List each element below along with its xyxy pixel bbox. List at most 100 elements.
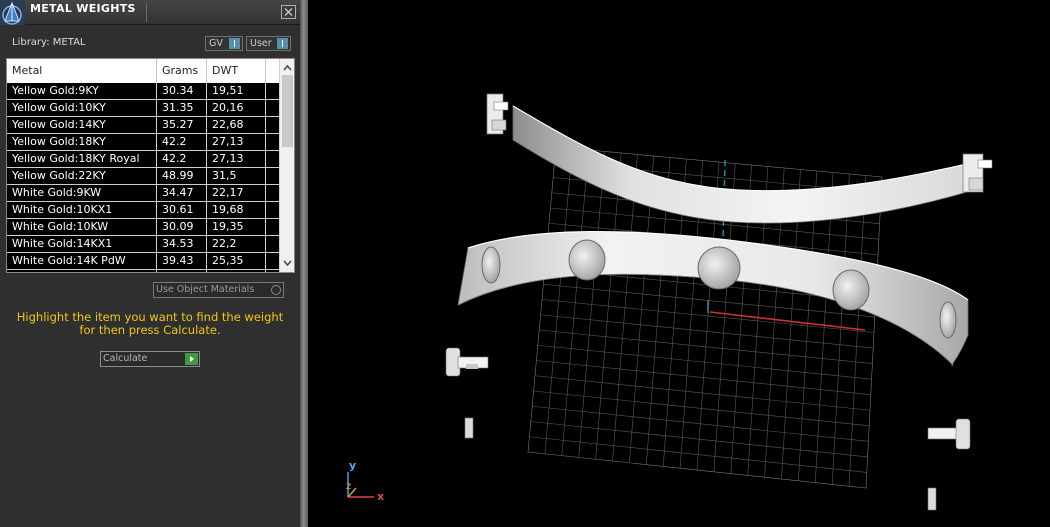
table-row[interactable]: White Gold:10KX1 30.61 19,68 [7, 202, 279, 219]
metal-cell: White Gold:14KX1 [7, 236, 157, 252]
stone-setting [568, 239, 606, 281]
metal-cell: Yellow Gold:14KY [7, 117, 157, 133]
grams-cell: 34.47 [157, 185, 207, 201]
calculate-label: Calculate [103, 353, 148, 364]
grams-cell: 30.34 [157, 83, 207, 99]
dwt-cell: 19,51 [207, 83, 266, 99]
column-header-dwt[interactable]: DWT [207, 59, 266, 83]
stone-setting [481, 246, 501, 284]
table-row[interactable]: Yellow Gold:18KY Royal 42.2 27,13 [7, 151, 279, 168]
title-separator [146, 3, 147, 22]
dwt-cell: 25,35 [207, 253, 266, 269]
axis-label-x: x [377, 490, 385, 503]
pin-right[interactable] [927, 487, 937, 511]
dwt-cell: 19,35 [207, 219, 266, 235]
left-clasp[interactable] [486, 93, 509, 135]
instruction-text: Highlight the item you want to find the … [16, 310, 284, 337]
scroll-up-icon[interactable] [280, 61, 294, 75]
table-row[interactable]: Yellow Gold:14KY 35.27 22,68 [7, 117, 279, 134]
panel-titlebar[interactable]: METAL WEIGHTS [0, 0, 300, 25]
table-row[interactable]: Yellow Gold:22KY 48.99 31,5 [7, 168, 279, 185]
column-header-metal[interactable]: Metal [7, 59, 157, 83]
table-row[interactable]: Yellow Gold:18KY 42.2 27,13 [7, 134, 279, 151]
axis-label-z: z [346, 481, 352, 492]
use-object-materials-label: Use Object Materials [156, 284, 255, 295]
user-toggle[interactable]: User [246, 36, 291, 51]
calculate-button[interactable]: Calculate [100, 351, 200, 367]
table-row[interactable]: Yellow Gold:9KY 30.34 19,51 [7, 83, 279, 100]
dwt-cell: 31,5 [207, 168, 266, 184]
dwt-cell [207, 270, 266, 272]
radio-indicator-icon [271, 285, 281, 295]
grams-cell: 48.99 [157, 168, 207, 184]
metal-cell: Yellow Gold:18KY Royal [7, 151, 157, 167]
dwt-cell: 27,13 [207, 134, 266, 150]
table-body: Yellow Gold:9KY 30.34 19,51 Yellow Gold:… [7, 83, 279, 272]
use-object-materials-toggle[interactable]: Use Object Materials [153, 282, 284, 298]
metal-cell: White Gold:9KW [7, 185, 157, 201]
metal-cell: White Gold:10KX1 [7, 202, 157, 218]
metal-cell: Yellow Gold:22KY [7, 168, 157, 184]
grams-cell: 30.09 [157, 219, 207, 235]
table-row[interactable]: White Gold:14K PdW 39.43 25,35 [7, 253, 279, 270]
metal-cell: Yellow Gold:18KY [7, 134, 157, 150]
toggle-switch-icon [277, 38, 288, 49]
metal-cell: Yellow Gold:10KY [7, 100, 157, 116]
screw-right[interactable] [927, 418, 971, 450]
upper-bracelet-band[interactable] [486, 93, 993, 224]
grams-cell: 34.53 [157, 236, 207, 252]
stone-setting [939, 301, 957, 339]
library-label: Library: METAL [12, 37, 86, 48]
app-logo-icon [0, 0, 25, 25]
right-clasp[interactable] [962, 153, 993, 193]
scroll-down-icon[interactable] [280, 256, 294, 270]
table-row[interactable]: White Gold:14KX1 34.53 22,2 [7, 236, 279, 253]
user-toggle-label: User [250, 38, 272, 49]
metal-cell: White Gold:10KW [7, 219, 157, 235]
grid-line [529, 436, 867, 473]
grams-cell: 42.2 [157, 134, 207, 150]
pin-left[interactable] [464, 417, 474, 439]
grams-cell: 39.43 [157, 253, 207, 269]
table-row[interactable]: White Gold:10KW 30.09 19,35 [7, 219, 279, 236]
grid-line [848, 175, 866, 487]
gv-toggle[interactable]: GV [205, 36, 243, 51]
grams-cell: 35.27 [157, 117, 207, 133]
dwt-cell: 27,13 [207, 151, 266, 167]
table-row[interactable]: Yellow Gold:10KY 31.35 20,16 [7, 100, 279, 117]
dwt-cell: 22,2 [207, 236, 266, 252]
grid-line [532, 405, 869, 442]
table-row[interactable]: White Gold:9KW 34.47 22,17 [7, 185, 279, 202]
table-header: Metal Grams DWT [7, 59, 279, 83]
close-icon [284, 8, 293, 16]
table-row-partial[interactable] [7, 270, 279, 272]
dwt-cell: 20,16 [207, 100, 266, 116]
metal-table[interactable]: Metal Grams DWT Yellow Gold:9KY 30.34 19… [6, 58, 295, 273]
scrollbar-thumb[interactable] [282, 75, 293, 147]
screw-left[interactable] [445, 347, 489, 377]
metal-cell [7, 270, 157, 272]
viewport-scene [347, 93, 993, 511]
panel-title: METAL WEIGHTS [30, 2, 136, 15]
close-button[interactable] [281, 5, 296, 19]
3d-viewport[interactable]: y z x [308, 0, 1050, 527]
dwt-cell: 19,68 [207, 202, 266, 218]
lower-bracelet-band[interactable] [457, 231, 969, 366]
metal-cell: White Gold:14K PdW [7, 253, 157, 269]
grams-cell: 42.2 [157, 151, 207, 167]
grid-line [530, 421, 868, 458]
grams-cell: 30.61 [157, 202, 207, 218]
column-header-grams[interactable]: Grams [157, 59, 207, 83]
gv-toggle-label: GV [209, 38, 223, 49]
stone-setting [697, 246, 741, 290]
axis-gizmo [347, 472, 374, 498]
dwt-cell: 22,68 [207, 117, 266, 133]
table-scrollbar[interactable] [279, 59, 294, 272]
grid-line [831, 173, 850, 485]
grams-cell: 31.35 [157, 100, 207, 116]
dwt-cell: 22,17 [207, 185, 266, 201]
toggle-switch-icon [229, 38, 240, 49]
play-icon [185, 353, 198, 365]
panel-splitter[interactable] [300, 0, 308, 527]
axis-label-y: y [349, 459, 357, 472]
